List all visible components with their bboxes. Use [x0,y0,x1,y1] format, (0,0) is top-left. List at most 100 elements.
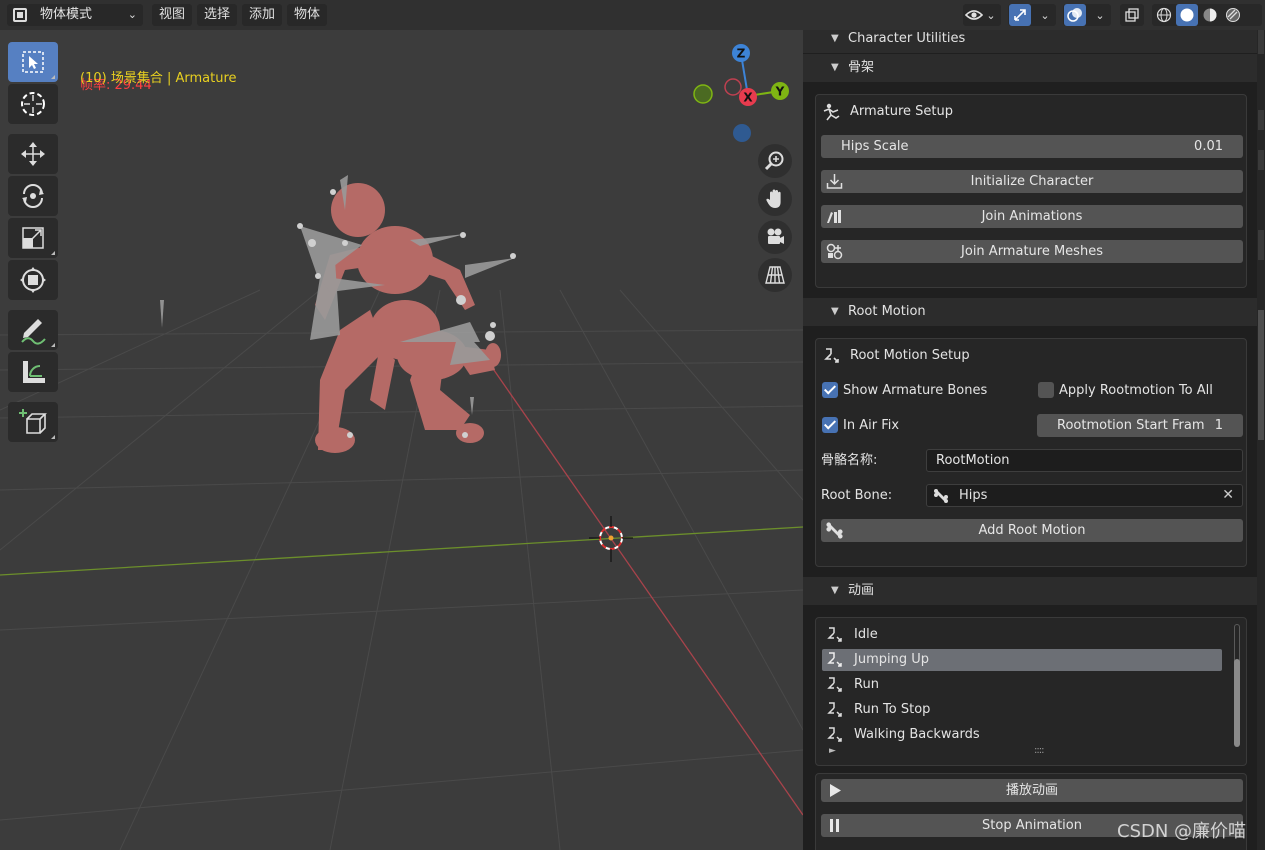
collapse-triangle-icon: ▼ [831,62,839,73]
field-label: Rootmotion Start Fram [1057,418,1205,433]
transform-tool[interactable] [8,260,58,300]
rotate-tool[interactable] [8,176,58,216]
list-item[interactable]: Run [822,674,1222,696]
action-icon [827,627,842,642]
collapse-triangle-icon: ▼ [831,306,839,317]
list-scrollbar[interactable] [1234,624,1240,747]
button-label: Add Root Motion [978,523,1086,538]
sidebar-tab[interactable] [1258,110,1264,130]
3d-viewport[interactable]: Z Y X 帧率: 29.44 (10) 场景集合 | Armature [0,30,803,850]
show-armature-bones-checkbox[interactable]: Show Armature Bones [822,381,987,401]
list-item[interactable]: Idle [822,624,1222,646]
checkbox-unchecked [1038,381,1054,398]
root-bone-picker[interactable]: Hips ✕ [926,484,1243,507]
navigation-gizmo[interactable]: Z Y X [693,44,789,142]
panel-title: 骨架 [848,60,875,75]
pan-button[interactable] [758,182,792,216]
visibility-dropdown[interactable]: ⌄ [963,4,1001,26]
list-resize-grip[interactable]: :::: [1034,745,1045,756]
solid-shading-icon[interactable] [1176,4,1198,26]
root-motion-box: Root Motion Setup Show Armature Bones Ap… [815,338,1247,567]
menu-object[interactable]: 物体 [287,4,328,26]
wireframe-shading-icon[interactable] [1153,4,1175,26]
join-animations-button[interactable]: Join Animations [821,205,1243,228]
scale-tool[interactable] [8,218,58,258]
watermark: CSDN @廉价喵 [1117,821,1247,842]
action-library-icon [827,210,841,223]
menu-select[interactable]: 选择 [197,4,238,26]
collapse-triangle-icon: ▼ [831,33,839,44]
measure-tool[interactable] [8,352,58,392]
panel-header-character-utilities[interactable]: ▼ Character Utilities [803,30,1257,53]
move-icon [21,142,45,166]
panel-title: Root Motion [848,304,926,319]
hand-icon [766,189,781,208]
list-item-label: Run To Stop [854,702,931,717]
pause-icon [830,819,839,832]
expand-filter-icon[interactable]: ► [829,746,836,756]
add-cube-tool[interactable] [8,402,58,442]
import-icon [826,174,843,189]
floor-grid [0,289,803,850]
gizmo-x-label: X [743,91,753,105]
bone-name-input[interactable]: RootMotion [926,449,1243,472]
armature-setup-box: Armature Setup Hips Scale 0.01 Initializ… [815,94,1247,288]
armature-setup-header: Armature Setup [822,100,953,124]
gizmo-icon [1009,4,1031,26]
list-item[interactable]: Run To Stop [822,699,1222,721]
apply-rootmotion-to-all-checkbox[interactable]: Apply Rootmotion To All [1038,381,1213,401]
viewport-header: 物体模式 ⌄ 视图 选择 添加 物体 ⌄ ⌄ ⌄ [0,0,1265,30]
sidebar-tab[interactable] [1258,150,1264,170]
move-tool[interactable] [8,134,58,174]
field-label: Hips Scale [841,139,909,154]
panel-header-skeleton[interactable]: ▼ 骨架 [803,54,1257,82]
list-item-selected[interactable]: Jumping Up [822,649,1222,671]
clear-icon[interactable]: ✕ [1222,485,1234,506]
root-bone-label: Root Bone: [821,488,893,503]
sidebar-tab[interactable] [1258,230,1264,260]
hips-scale-field[interactable]: Hips Scale 0.01 [821,135,1243,158]
list-item[interactable]: Walking Backwards [822,724,1222,746]
rendered-shading-icon[interactable] [1222,4,1244,26]
xray-toggle[interactable] [1120,4,1144,26]
add-root-motion-button[interactable]: Add Root Motion [821,519,1243,542]
mode-select[interactable]: 物体模式 ⌄ [7,4,143,26]
zoom-icon [764,151,784,171]
menu-add[interactable]: 添加 [242,4,283,26]
select-box-tool[interactable] [8,42,58,82]
perspective-toggle-button[interactable] [758,258,792,292]
sidebar-tab-active[interactable] [1258,310,1264,440]
mode-label: 物体模式 [40,7,93,22]
material-shading-icon[interactable] [1199,4,1221,26]
panel-header-animation[interactable]: ▼ 动画 [803,577,1257,605]
in-air-fix-checkbox[interactable]: In Air Fix [822,416,899,436]
menu-view[interactable]: 视图 [152,4,193,26]
join-armature-meshes-button[interactable]: Join Armature Meshes [821,240,1243,263]
add-cube-icon [19,409,47,434]
scene-info: (10) 场景集合 | Armature [80,71,237,86]
overlays-dropdown[interactable]: ⌄ [1063,4,1111,26]
chevron-down-icon: ⌄ [1095,8,1105,22]
zoom-button[interactable] [758,144,792,178]
sidebar-panel: ▼ Character Utilities ▼ 骨架 Armature Setu… [803,30,1265,850]
checkbox-checked [822,416,838,433]
list-item-label: Run [854,677,879,692]
pencil-icon [21,319,46,345]
camera-view-button[interactable] [758,220,792,254]
sidebar-tab-strip[interactable] [1257,30,1265,850]
rootmotion-start-frame-field[interactable]: Rootmotion Start Fram 1 [1037,414,1243,437]
panel-header-root-motion[interactable]: ▼ Root Motion [803,298,1257,326]
checkbox-label: Apply Rootmotion To All [1059,383,1213,398]
gizmo-dropdown[interactable]: ⌄ [1008,4,1056,26]
button-label: Join Animations [981,209,1083,224]
initialize-character-button[interactable]: Initialize Character [821,170,1243,193]
play-animation-button[interactable]: 播放动画 [821,779,1243,802]
animation-list[interactable]: Idle Jumping Up Run Run To Stop Walking … [815,617,1247,766]
sidebar-tab[interactable] [1258,30,1264,54]
annotate-tool[interactable] [8,310,58,350]
tool-options-indicator [51,435,55,439]
list-item-label: Jumping Up [854,652,929,667]
scrollbar-thumb[interactable] [1234,659,1240,747]
cursor-tool[interactable] [8,84,58,124]
bone-icon [826,522,843,539]
